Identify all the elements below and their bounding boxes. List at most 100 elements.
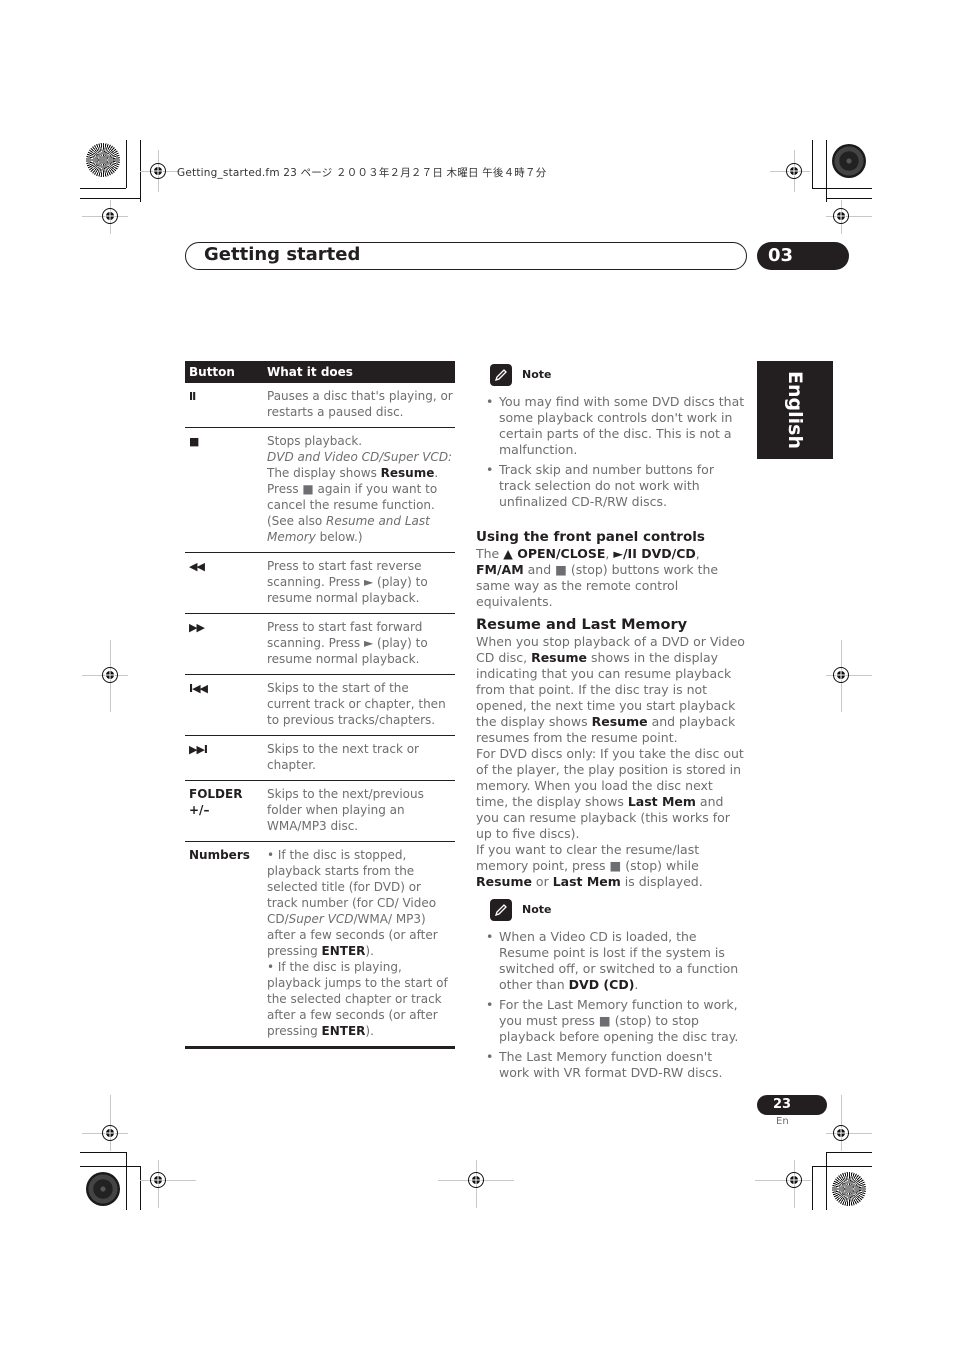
front-panel-section: Using the front panel controls The ▲ OPE…	[476, 529, 746, 610]
chapter-header: Getting started	[185, 242, 747, 270]
text: If you want to clear the resume/last mem…	[476, 842, 700, 873]
fast-forward-icon: ▶▶	[189, 621, 205, 634]
page-number: 23	[757, 1095, 827, 1115]
table-row: II Pauses a disc that's playing, or rest…	[185, 383, 455, 428]
row-description: Press to start fast forward scanning. Pr…	[267, 620, 428, 666]
text: is displayed.	[620, 874, 703, 889]
list-item: Track skip and number buttons for track …	[476, 462, 746, 510]
color-target-icon	[86, 1172, 120, 1206]
pause-icon: II	[189, 390, 196, 403]
row-description: Stops playback. DVD and Video CD/Super V…	[263, 433, 455, 545]
crop-mark	[826, 1152, 872, 1153]
skip-next-icon: ▶▶I	[189, 743, 208, 756]
note-header: Note	[490, 899, 746, 921]
section-body: The ▲ OPEN/CLOSE, ►/II DVD/CD, FM/AM and…	[476, 546, 746, 610]
crop-mark	[826, 1152, 827, 1210]
row-button-label: FOLDER +/–	[189, 787, 243, 817]
text: .	[434, 466, 439, 480]
pencil-icon	[490, 899, 512, 921]
note-section-1: Note You may find with some DVD discs th…	[476, 364, 746, 514]
text: Resume	[476, 874, 532, 889]
note-header: Note	[490, 364, 746, 386]
text: ,	[695, 546, 700, 561]
text: ).	[365, 1024, 374, 1038]
table-row: FOLDER +/– Skips to the next/previous fo…	[185, 781, 455, 842]
text: DVD (CD)	[568, 977, 635, 992]
text: ).	[365, 944, 374, 958]
section-title: Using the front panel controls	[476, 529, 705, 545]
text: Stops playback.	[267, 434, 363, 448]
row-description: Skips to the next track or chapter.	[267, 742, 419, 772]
language-tab: English	[757, 361, 833, 459]
crop-mark	[140, 1166, 141, 1210]
color-target-icon	[86, 143, 120, 177]
text: The display shows	[267, 466, 381, 480]
note-label: Note	[522, 903, 552, 916]
text: Resume	[591, 714, 648, 729]
chapter-title: Getting started	[204, 244, 361, 265]
text: ENTER	[321, 1024, 366, 1038]
list-item: You may find with some DVD discs that so…	[476, 394, 746, 458]
button-table: Button What it does II Pauses a disc tha…	[185, 361, 455, 1049]
text: Last Mem	[627, 794, 696, 809]
pencil-icon	[490, 364, 512, 386]
page-language-code: En	[776, 1116, 789, 1127]
crop-mark	[812, 140, 813, 188]
table-row: ▶▶ Press to start fast forward scanning.…	[185, 614, 455, 675]
text: Resume	[531, 650, 588, 665]
registration-mark-icon	[149, 162, 167, 180]
chapter-number: 03	[757, 242, 849, 270]
crop-mark	[80, 1166, 140, 1167]
crop-mark	[812, 1166, 872, 1167]
language-label: English	[784, 371, 806, 449]
skip-previous-icon: I◀◀	[189, 682, 208, 695]
reg-line	[110, 1095, 111, 1151]
table-row: I◀◀ Skips to the start of the current tr…	[185, 675, 455, 736]
column-header-description: What it does	[267, 365, 353, 379]
stop-icon: ■	[189, 435, 199, 448]
registration-mark-icon	[785, 1171, 803, 1189]
row-description: • If the disc is stopped, playback start…	[263, 847, 455, 1039]
text: below.)	[315, 530, 363, 544]
registration-mark-icon	[101, 666, 119, 684]
text: The	[476, 546, 504, 561]
registration-mark-icon	[832, 666, 850, 684]
row-button-label: Numbers	[189, 848, 250, 862]
note-section-2: Note When a Video CD is loaded, the Resu…	[476, 899, 746, 1085]
table-row: ◀◀ Press to start fast reverse scanning.…	[185, 553, 455, 614]
table-row: Numbers • If the disc is stopped, playba…	[185, 842, 455, 1049]
text: ►/II DVD/CD	[613, 546, 696, 561]
registration-mark-icon	[832, 1124, 850, 1142]
crop-mark	[812, 1166, 813, 1210]
note-label: Note	[522, 368, 552, 381]
text: ENTER	[321, 944, 366, 958]
registration-mark-icon	[832, 207, 850, 225]
table-row: ■ Stops playback. DVD and Video CD/Super…	[185, 428, 455, 553]
text: Resume	[380, 466, 435, 480]
table-row: ▶▶I Skips to the next track or chapter.	[185, 736, 455, 781]
section-body: When you stop playback of a DVD or Video…	[476, 634, 746, 890]
registration-mark-icon	[101, 207, 119, 225]
text: .	[634, 977, 639, 992]
list-item: For the Last Memory function to work, yo…	[476, 997, 746, 1045]
row-description: Pauses a disc that's playing, or restart…	[267, 389, 453, 419]
file-info-slug: Getting_started.fm 23 ページ ２００３年２月２７日 木曜日…	[177, 167, 547, 179]
reg-line	[841, 1095, 842, 1151]
crop-mark	[826, 140, 827, 202]
registration-mark-icon	[785, 162, 803, 180]
note-list: You may find with some DVD discs that so…	[476, 394, 746, 510]
color-target-icon	[832, 144, 866, 178]
crop-mark	[80, 198, 140, 199]
registration-mark-icon	[101, 1124, 119, 1142]
crop-mark	[812, 188, 872, 189]
crop-mark	[826, 198, 872, 199]
color-target-icon	[832, 1172, 866, 1206]
crop-mark	[80, 1152, 126, 1153]
list-item: The Last Memory function doesn't work wi…	[476, 1049, 746, 1081]
resume-section: Resume and Last Memory When you stop pla…	[476, 617, 746, 890]
fast-reverse-icon: ◀◀	[189, 560, 205, 573]
row-description: Skips to the next/previous folder when p…	[267, 787, 424, 833]
text: ▲ OPEN/CLOSE	[503, 546, 606, 561]
note-list: When a Video CD is loaded, the Resume po…	[476, 929, 746, 1081]
row-description: Skips to the start of the current track …	[267, 681, 446, 727]
